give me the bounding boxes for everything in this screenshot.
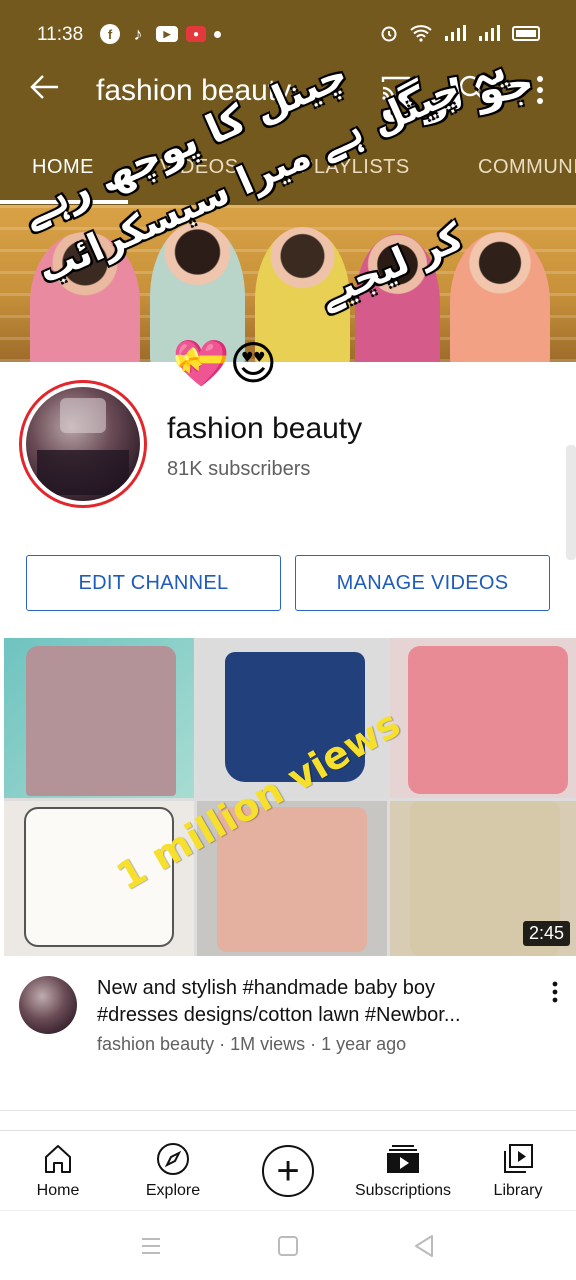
nav-label: Subscriptions (354, 1182, 452, 1199)
recent-apps-icon[interactable] (140, 1235, 162, 1257)
thumb-cell (390, 638, 576, 798)
thumb-cell (4, 638, 194, 798)
video-title-line: New and stylish #handmade baby boy (97, 977, 435, 999)
nav-label: Library (493, 1182, 543, 1199)
bottom-nav-divider (0, 1130, 576, 1131)
manage-videos-button[interactable]: MANAGE VIDEOS (295, 555, 550, 611)
emoji-stickers: 💝😍 (172, 336, 278, 390)
nav-explore[interactable]: Explore (115, 1140, 231, 1202)
video-duration: 2:45 (522, 921, 570, 946)
channel-name: fashion beauty (167, 412, 363, 445)
video-more-icon[interactable] (548, 980, 562, 1004)
system-navigation-bar (0, 1210, 576, 1280)
status-system-icons (380, 24, 540, 42)
status-app-icons: f ♪ ▶ ● (100, 24, 221, 44)
home-button-icon[interactable] (277, 1235, 299, 1257)
video-meta: fashion beauty · 1M views · 1 year ago (97, 1034, 407, 1054)
scrollbar-thumb[interactable] (566, 445, 576, 560)
divider (0, 1110, 576, 1111)
channel-avatar[interactable] (19, 380, 147, 508)
alarm-icon (381, 26, 397, 42)
signal-icon (445, 25, 466, 41)
nav-label: Explore (145, 1182, 201, 1199)
video-title[interactable]: New and stylish #handmade baby boy #dres… (97, 975, 527, 1029)
library-icon (460, 1140, 576, 1178)
youtube-icon: ▶ (156, 26, 178, 42)
avatar (26, 387, 140, 501)
battery-icon (512, 25, 540, 41)
compass-icon (115, 1140, 231, 1178)
create-plus-icon[interactable]: + (262, 1145, 314, 1197)
home-icon (0, 1140, 116, 1178)
signal-icon (479, 25, 500, 41)
tiktok-icon: ♪ (133, 23, 143, 44)
notification-dot-icon (214, 30, 221, 38)
back-button-icon[interactable] (413, 1234, 435, 1258)
facebook-icon: f (100, 24, 120, 44)
back-arrow-icon[interactable] (28, 70, 64, 106)
screen-record-icon: ● (186, 26, 206, 42)
nav-subscriptions[interactable]: Subscriptions (345, 1140, 461, 1202)
video-title-line: #dresses designs/cotton lawn #Newbor... (97, 1004, 461, 1026)
screen: 11:38 f ♪ ▶ ● fashion beauty HOME VIDEOS… (0, 0, 576, 1280)
subscriber-count: 81K subscribers (167, 458, 311, 480)
tab-community[interactable]: COMMUNITY (478, 156, 576, 179)
edit-channel-button[interactable]: EDIT CHANNEL (26, 555, 281, 611)
wifi-icon (410, 25, 432, 42)
nav-home[interactable]: Home (0, 1140, 116, 1202)
nav-label: Home (36, 1182, 80, 1199)
subscriptions-icon (345, 1140, 461, 1178)
video-channel-avatar[interactable] (19, 976, 77, 1034)
status-time: 11:38 (37, 24, 84, 45)
nav-library[interactable]: Library (460, 1140, 576, 1202)
